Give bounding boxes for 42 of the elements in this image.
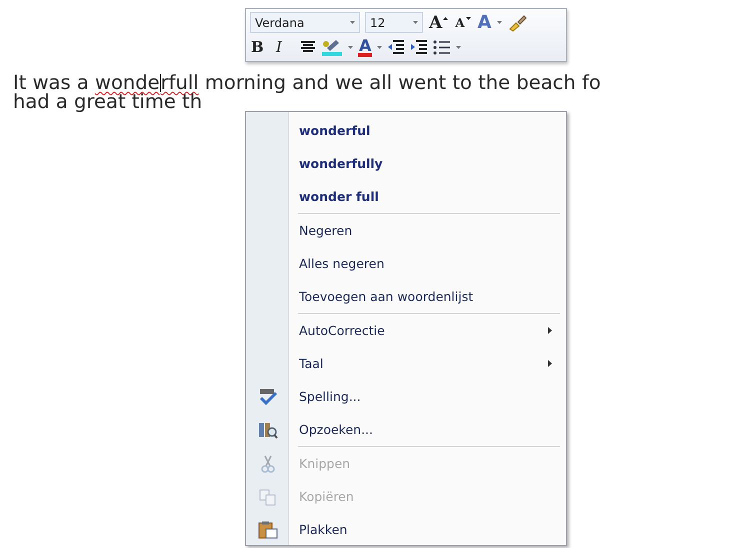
shrink-font-button[interactable]: A (454, 14, 472, 32)
menu-item[interactable]: Taal (248, 347, 564, 380)
suggestion-item[interactable]: wonder full (248, 180, 564, 213)
menu-item[interactable]: Opzoeken... (248, 413, 564, 446)
bullet-list-icon[interactable] (433, 40, 452, 55)
dropdown-arrow-icon[interactable] (497, 21, 502, 24)
misspelled-word: rfull (160, 73, 199, 92)
paintbrush-icon[interactable] (507, 14, 528, 32)
menu-item[interactable]: Spelling... (248, 380, 564, 413)
center-align-icon[interactable] (300, 40, 316, 54)
font-color-button[interactable]: A (358, 38, 372, 57)
document-text: had a great time th (13, 92, 202, 111)
bold-button[interactable]: B (250, 38, 270, 56)
increase-indent-icon[interactable] (410, 39, 428, 56)
decrease-indent-icon[interactable] (387, 39, 406, 56)
scissors-icon (259, 454, 277, 472)
font-size-dropdown[interactable]: 12 (365, 12, 423, 34)
menu-item[interactable]: Negeren (248, 214, 564, 247)
spell-check-icon (258, 388, 278, 406)
suggestion-item[interactable]: wonderfully (248, 147, 564, 180)
highlighter-icon[interactable] (321, 38, 343, 56)
document-text: It was a (13, 73, 90, 92)
dropdown-arrow-icon[interactable] (348, 46, 353, 49)
dropdown-arrow-icon[interactable] (456, 46, 462, 49)
suggestion-item[interactable]: wonderful (248, 114, 564, 147)
clipboard-icon (258, 520, 278, 538)
font-name-dropdown[interactable]: Verdana (250, 12, 360, 34)
book-magnifier-icon (258, 420, 278, 438)
text-cursor (160, 74, 161, 92)
italic-button[interactable]: I (275, 38, 295, 56)
down-triangle-icon (466, 16, 471, 20)
dropdown-arrow-icon[interactable] (377, 46, 382, 49)
document-text: morning and we all went to the beach fo (204, 73, 601, 92)
misspelled-word: wonde (95, 73, 160, 92)
menu-item[interactable]: AutoCorrectie (248, 314, 564, 347)
grow-font-button[interactable]: A (428, 14, 450, 32)
menu-item[interactable]: Alles negeren (248, 247, 564, 280)
menu-item[interactable]: Plakken (248, 513, 564, 546)
up-triangle-icon (443, 16, 448, 20)
menu-item[interactable]: Toevoegen aan woordenlijst (248, 280, 564, 313)
styles-button[interactable]: A (476, 14, 492, 32)
copy-icon (259, 488, 277, 506)
